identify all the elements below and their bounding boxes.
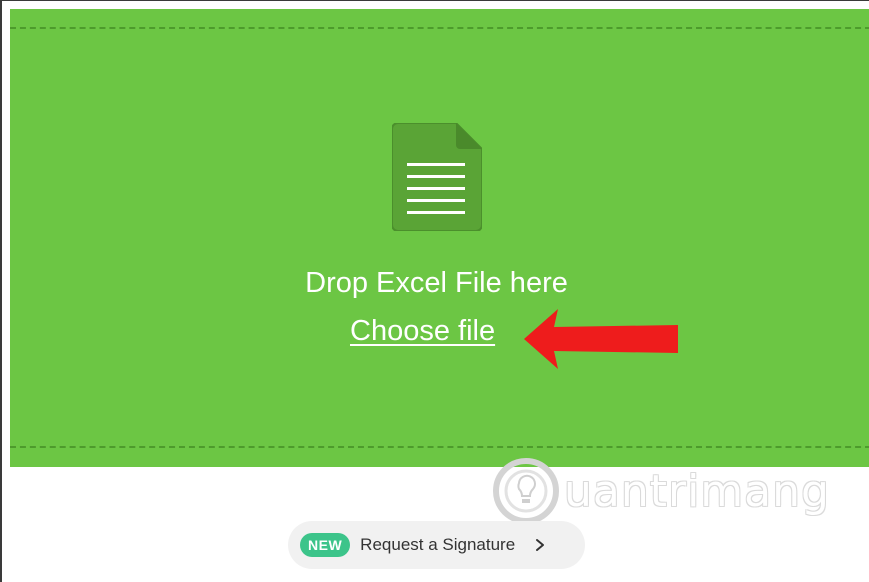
red-arrow-icon	[524, 309, 678, 369]
app-frame: Drop Excel File here Choose file uantrim…	[0, 0, 869, 582]
request-signature-label: Request a Signature	[360, 535, 516, 554]
file-dropzone[interactable]	[10, 9, 869, 467]
choose-file-link[interactable]: Choose file	[350, 313, 495, 349]
spreadsheet-file-icon	[392, 123, 482, 231]
dropzone-top-border	[10, 27, 869, 29]
dropzone-title: Drop Excel File here	[305, 267, 568, 299]
request-signature-button[interactable]: NEW Request a Signature	[288, 521, 585, 569]
new-badge: NEW	[300, 533, 351, 557]
chevron-right-icon	[536, 539, 545, 551]
watermark-text: uantrimang	[564, 466, 830, 517]
dropzone-bottom-border	[10, 446, 869, 448]
